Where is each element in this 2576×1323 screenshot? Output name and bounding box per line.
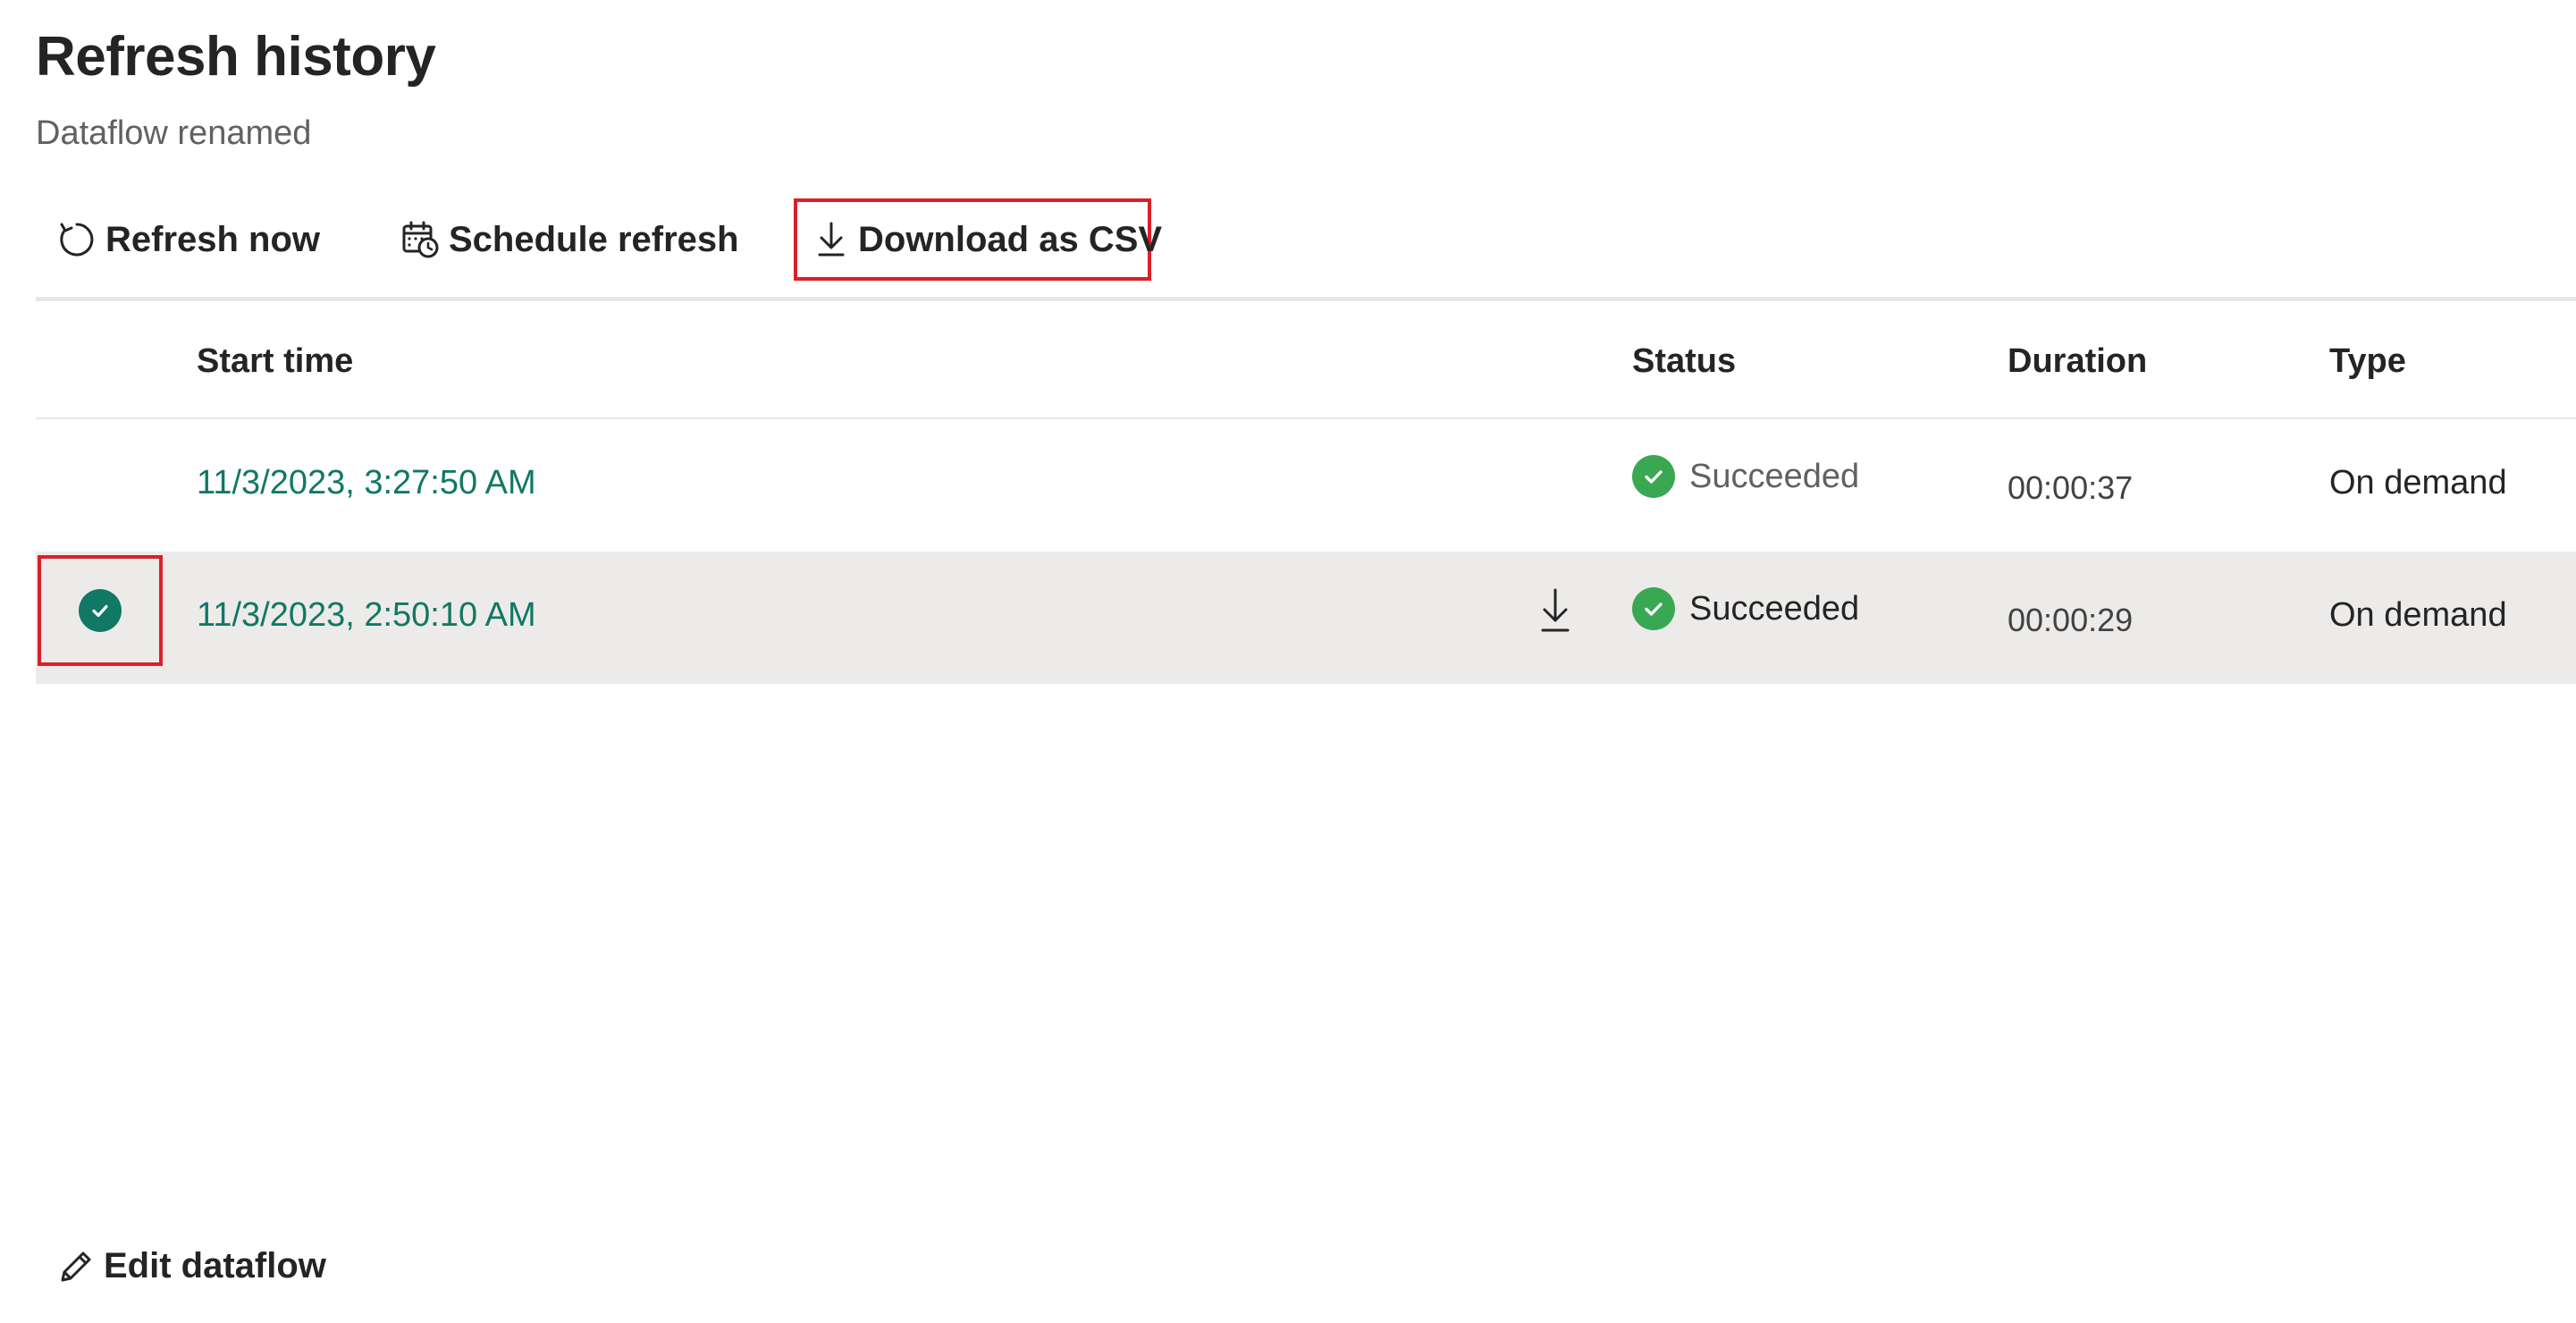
- refresh-icon: [57, 220, 97, 259]
- duration-cell: 00:00:29: [2008, 602, 2134, 638]
- download-icon: [813, 220, 849, 259]
- status-text: Succeeded: [1689, 589, 1860, 628]
- table-header: Start time Status Duration Type: [36, 301, 2576, 419]
- status-text: Succeeded: [1689, 457, 1860, 495]
- schedule-refresh-label: Schedule refresh: [449, 219, 739, 259]
- edit-dataflow-label: Edit dataflow: [104, 1246, 326, 1285]
- row-download-button[interactable]: [1528, 586, 1582, 639]
- download-csv-button[interactable]: Download as CSV: [794, 198, 1162, 281]
- check-circle-icon: [1632, 587, 1675, 630]
- status-cell: Succeeded: [1632, 587, 1859, 630]
- check-circle-icon: [1632, 455, 1675, 498]
- refresh-history-table: Start time Status Duration Type 11/3/202…: [36, 301, 2576, 684]
- calendar-clock-icon: [400, 220, 440, 259]
- header-duration[interactable]: Duration: [2008, 342, 2147, 381]
- schedule-refresh-button[interactable]: Schedule refresh: [400, 198, 739, 281]
- status-cell: Succeeded: [1632, 455, 1859, 498]
- download-csv-label: Download as CSV: [858, 219, 1163, 259]
- pencil-icon: [57, 1248, 95, 1285]
- refresh-now-label: Refresh now: [105, 219, 321, 259]
- table-row[interactable]: 11/3/2023, 2:50:10 AM Succeeded 00:00:29…: [36, 552, 2576, 684]
- page-title: Refresh history: [36, 26, 436, 88]
- type-cell: On demand: [2329, 464, 2507, 501]
- edit-dataflow-button[interactable]: Edit dataflow: [57, 1246, 326, 1286]
- start-time-link[interactable]: 11/3/2023, 3:27:50 AM: [197, 464, 536, 502]
- page-subtitle: Dataflow renamed: [36, 114, 312, 152]
- refresh-now-button[interactable]: Refresh now: [57, 198, 320, 281]
- duration-cell: 00:00:37: [2008, 469, 2134, 506]
- header-start-time[interactable]: Start time: [197, 342, 353, 381]
- start-time-link[interactable]: 11/3/2023, 2:50:10 AM: [197, 596, 536, 635]
- header-type[interactable]: Type: [2329, 342, 2406, 381]
- toolbar: Refresh now Schedule refresh Download as…: [36, 198, 2576, 281]
- download-icon: [1537, 586, 1573, 639]
- refresh-history-page: Refresh history Dataflow renamed Refresh…: [0, 0, 2576, 1323]
- table-row[interactable]: 11/3/2023, 3:27:50 AM Succeeded 00:00:37…: [36, 419, 2576, 552]
- row-select-checkbox[interactable]: [38, 555, 163, 666]
- header-status[interactable]: Status: [1632, 342, 1736, 381]
- type-cell: On demand: [2329, 596, 2507, 634]
- check-circle-icon: [79, 589, 122, 632]
